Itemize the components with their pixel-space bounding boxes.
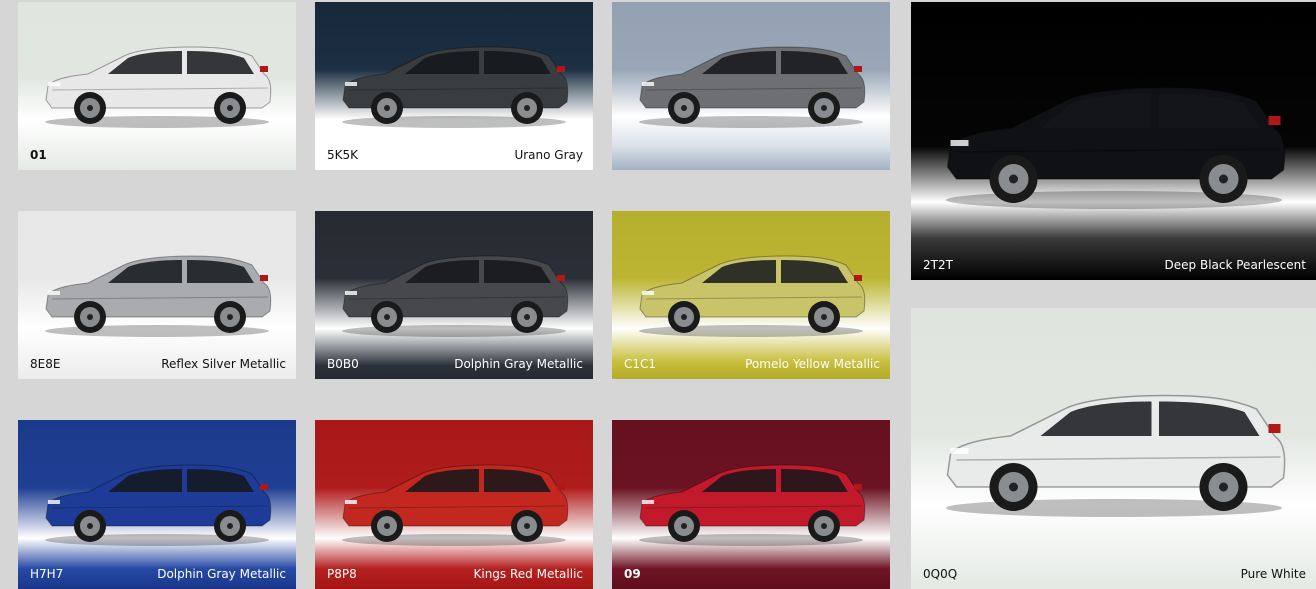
color-code: B0B0 <box>327 357 359 371</box>
color-name: Pure White <box>1240 567 1306 581</box>
car-image <box>45 46 272 128</box>
car-image <box>342 255 569 337</box>
car-image <box>639 255 866 337</box>
color-code: 0Q0Q <box>923 567 958 581</box>
color-swatch-h7h7[interactable]: H7H7 Dolphin Gray Metallic <box>18 420 296 589</box>
color-code: 5K5K <box>327 148 359 162</box>
car-image <box>342 464 569 546</box>
color-swatch-09[interactable]: 09 <box>612 420 890 589</box>
color-name: Dolphin Gray Metallic <box>454 357 583 371</box>
car-image <box>45 255 272 337</box>
car-image <box>945 86 1285 209</box>
color-swatch-p8p8[interactable]: P8P8 Kings Red Metallic <box>315 420 593 589</box>
color-swatch-0q0q[interactable]: 0Q0Q Pure White <box>911 308 1316 589</box>
color-name: Urano Gray <box>514 148 583 162</box>
car-image <box>945 394 1285 517</box>
color-name: Dolphin Gray Metallic <box>157 567 286 581</box>
color-code: C1C1 <box>624 357 657 371</box>
color-swatch-2t2t[interactable]: 2T2T Deep Black Pearlescent <box>911 2 1316 280</box>
car-image <box>342 46 569 128</box>
color-swatch-5k5k[interactable]: 5K5K Urano Gray <box>315 2 593 170</box>
color-name: Pomelo Yellow Metallic <box>745 357 880 371</box>
color-swatch-b0b0[interactable]: B0B0 Dolphin Gray Metallic <box>315 211 593 379</box>
color-code: 01 <box>30 148 47 162</box>
color-code: P8P8 <box>327 567 357 581</box>
car-image <box>45 464 272 546</box>
color-code: 09 <box>624 567 641 581</box>
car-image <box>639 464 866 546</box>
color-code: 8E8E <box>30 357 61 371</box>
color-swatch-c1c1[interactable]: C1C1 Pomelo Yellow Metallic <box>612 211 890 379</box>
color-name: Deep Black Pearlescent <box>1164 258 1306 272</box>
color-name: Reflex Silver Metallic <box>161 357 286 371</box>
color-swatch-01[interactable]: 01 <box>18 2 296 170</box>
color-swatch-unlabeled[interactable] <box>612 2 890 170</box>
color-code: H7H7 <box>30 567 64 581</box>
car-image <box>639 46 866 128</box>
color-swatch-8e8e[interactable]: 8E8E Reflex Silver Metallic <box>18 211 296 379</box>
color-name: Kings Red Metallic <box>473 567 584 581</box>
color-code: 2T2T <box>923 258 953 272</box>
